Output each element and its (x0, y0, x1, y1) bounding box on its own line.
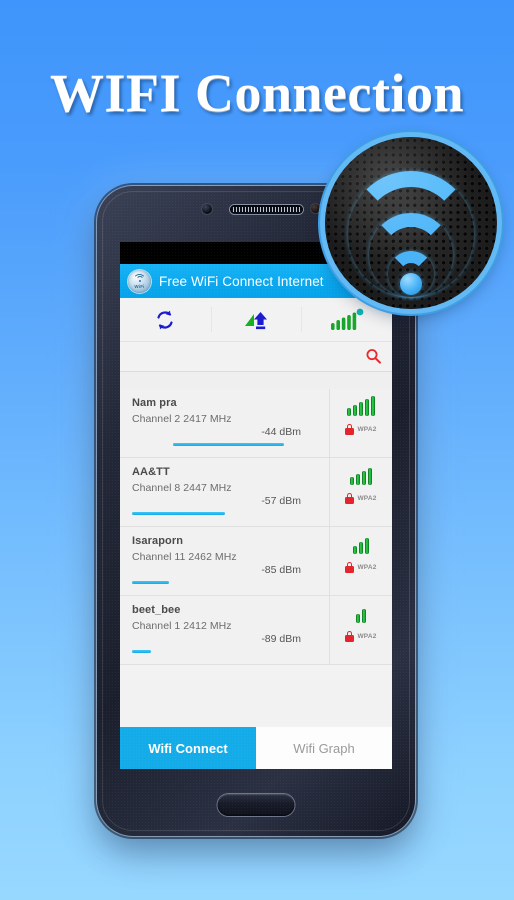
proximity-sensor-icon (311, 204, 320, 213)
network-ssid: Isaraporn (132, 535, 184, 547)
signal-progress-track (132, 443, 317, 446)
signal-progress-fill (132, 581, 169, 584)
upload-icon (245, 311, 267, 329)
network-info: Isaraporn Channel 11 2462 MHz -85 dBm (120, 527, 329, 595)
home-button[interactable] (217, 794, 295, 816)
page-title: WIFI Connection (49, 63, 465, 123)
table-row[interactable]: beet_bee Channel 1 2412 MHz -89 dBm WPA2 (120, 596, 392, 665)
list-top-spacer (120, 372, 392, 389)
table-row[interactable]: Isaraporn Channel 11 2462 MHz -85 dBm WP… (120, 527, 392, 596)
network-dbm: -57 dBm (261, 495, 301, 507)
lock-icon (345, 424, 355, 435)
lock-icon (345, 493, 355, 504)
wifi-signal-badge (325, 137, 497, 309)
security-badge: WPA2 (345, 562, 376, 573)
table-row[interactable]: Nam pra Channel 2 2417 MHz -44 dBm WPA2 (120, 389, 392, 458)
signal-progress-fill (132, 650, 151, 653)
tab-wifi-graph[interactable]: Wifi Graph (256, 727, 392, 769)
network-dbm: -89 dBm (261, 633, 301, 645)
app-title: Free WiFi Connect Internet (159, 273, 324, 289)
search-bar[interactable] (120, 342, 392, 372)
signal-progress-track (132, 650, 317, 653)
network-ssid: AA&TT (132, 466, 170, 478)
network-status: WPA2 (329, 458, 392, 526)
security-label: WPA2 (357, 564, 377, 571)
security-label: WPA2 (357, 426, 377, 433)
signal-bars-icon (350, 465, 372, 485)
security-badge: WPA2 (345, 493, 376, 504)
refresh-icon (157, 310, 173, 329)
network-ssid: beet_bee (132, 604, 181, 616)
network-status: WPA2 (329, 527, 392, 595)
network-status: WPA2 (329, 596, 392, 664)
network-dbm: -44 dBm (261, 426, 301, 438)
wifi-circle-icon: WiFi (128, 269, 151, 293)
network-channel: Channel 11 2462 MHz (132, 551, 237, 563)
refresh-button[interactable] (120, 298, 211, 341)
signal-strength-button[interactable] (301, 298, 392, 341)
security-badge: WPA2 (345, 631, 376, 642)
network-channel: Channel 1 2412 MHz (132, 620, 232, 632)
search-icon[interactable] (365, 348, 382, 365)
badge-gloss (325, 137, 497, 309)
earpiece-speaker (230, 205, 303, 214)
tab-wifi-connect[interactable]: Wifi Connect (120, 727, 256, 769)
bottom-tab-bar: Wifi Connect Wifi Graph (120, 727, 392, 769)
upload-button[interactable] (210, 298, 302, 341)
app-icon-label: WiFi (134, 284, 145, 289)
network-info: Nam pra Channel 2 2417 MHz -44 dBm (120, 389, 329, 457)
wifi-network-list: Nam pra Channel 2 2417 MHz -44 dBm WPA2 … (120, 389, 392, 665)
network-dbm: -85 dBm (261, 564, 301, 576)
lock-icon (345, 562, 355, 573)
phone-screen: WiFi Free WiFi Connect Internet Nam pra … (120, 242, 392, 769)
network-channel: Channel 8 2447 MHz (132, 482, 232, 494)
signal-strength-icon (330, 308, 364, 330)
signal-progress-track (132, 512, 317, 515)
signal-bars-icon (347, 396, 375, 416)
network-channel: Channel 2 2417 MHz (132, 413, 232, 425)
security-label: WPA2 (357, 495, 377, 502)
signal-progress-track (132, 581, 317, 584)
toolbar (120, 298, 392, 342)
security-label: WPA2 (357, 633, 377, 640)
lock-icon (345, 631, 355, 642)
front-camera-icon (202, 204, 212, 214)
network-status: WPA2 (329, 389, 392, 457)
signal-progress-fill (172, 443, 284, 446)
network-info: beet_bee Channel 1 2412 MHz -89 dBm (120, 596, 329, 664)
signal-bars-icon (356, 603, 366, 623)
security-badge: WPA2 (345, 424, 376, 435)
signal-progress-fill (132, 512, 225, 515)
signal-bars-icon (353, 534, 369, 554)
table-row[interactable]: AA&TT Channel 8 2447 MHz -57 dBm WPA2 (120, 458, 392, 527)
network-ssid: Nam pra (132, 397, 177, 409)
network-info: AA&TT Channel 8 2447 MHz -57 dBm (120, 458, 329, 526)
